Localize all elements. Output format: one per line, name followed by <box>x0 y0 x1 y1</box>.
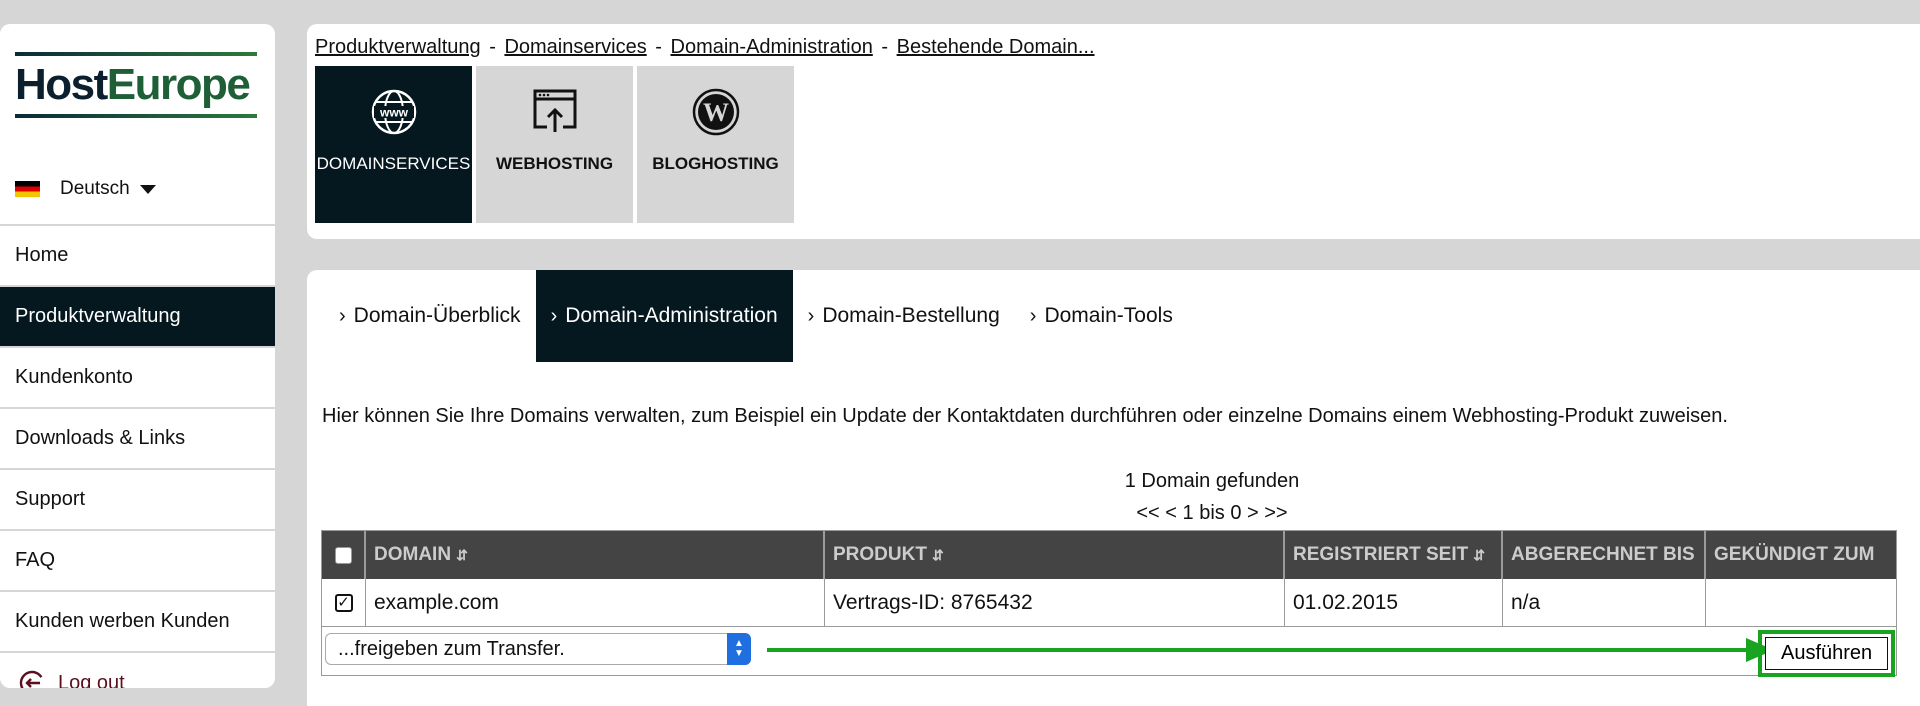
sidebar-item-home[interactable]: Home <box>0 226 275 287</box>
logo-bottom-line <box>15 114 257 118</box>
main-panel: › Domain-Überblick › Domain-Administration… <box>307 270 1920 706</box>
intro-text: Hier können Sie Ihre Domains verwalten, … <box>322 405 1728 427</box>
tab-domain-bestellung[interactable]: › Domain-Bestellung <box>793 270 1015 362</box>
tile-label: BLOGHOSTING <box>652 154 779 173</box>
sidebar-item-kundenkonto[interactable]: Kundenkonto <box>0 348 275 409</box>
tab-label: Domain-Tools <box>1044 304 1173 327</box>
tab-label: Domain-Bestellung <box>822 304 1000 327</box>
chevron-right-icon: › <box>1029 304 1037 327</box>
tile-label: DOMAINSERVICES <box>316 154 471 173</box>
chevron-right-icon: › <box>339 304 346 327</box>
sort-icon: ⇵ <box>1473 546 1485 563</box>
breadcrumb-item-bestehende-domain[interactable]: Bestehende Domain... <box>897 36 1095 58</box>
upload-window-icon <box>533 89 576 132</box>
tile-bloghosting[interactable]: W BLOGHOSTING <box>637 66 794 223</box>
german-flag-icon <box>15 181 40 197</box>
table-header: DOMAIN ⇵ PRODUKT ⇵ REGISTRIERT SEIT ⇵ ABGER… <box>322 531 1896 579</box>
header-label: PRODUKT <box>833 544 927 565</box>
header-label: REGISTRIERT SEIT <box>1293 544 1469 565</box>
sidebar-item-label: Home <box>15 244 69 266</box>
result-count: 1 Domain gefunden <box>1124 470 1300 492</box>
sidebar-item-label: Produktverwaltung <box>15 305 181 327</box>
cell-registriert: 01.02.2015 <box>1285 579 1503 626</box>
action-row: ...freigeben zum Transfer. ▲ ▼ Ausführen <box>322 627 1896 677</box>
breadcrumb-separator: - <box>881 36 889 58</box>
tab-domain-administration[interactable]: › Domain-Administration <box>535 270 793 362</box>
caret-down-icon <box>139 184 156 194</box>
sidebar-item-downloads-links[interactable]: Downloads & Links <box>0 409 275 470</box>
header-domain[interactable]: DOMAIN ⇵ <box>366 531 825 579</box>
pagination[interactable]: << < 1 bis 0 > >> <box>1007 502 1417 525</box>
sidebar-item-produktverwaltung[interactable]: Produktverwaltung <box>0 287 275 348</box>
subtabs: › Domain-Überblick › Domain-Administration… <box>324 270 1188 362</box>
language-selector[interactable]: Deutsch <box>0 154 275 226</box>
logout-button[interactable]: Log out <box>0 653 275 688</box>
header-label: GEKÜNDIGT ZUM <box>1714 544 1875 565</box>
cell-abgerechnet: n/a <box>1503 579 1706 626</box>
top-panel: Produktverwaltung - Domainservices - Dom… <box>307 24 1920 239</box>
svg-text:W: W <box>703 98 729 127</box>
sidebar-item-label: Downloads & Links <box>15 427 186 449</box>
execute-button[interactable]: Ausführen <box>1765 637 1889 670</box>
row-checkbox[interactable]: ✓ <box>334 593 353 612</box>
sort-icon: ⇵ <box>456 546 468 563</box>
service-tiles: www DOMAINSERVICES WEBHOSTING W BLOGHOST… <box>315 66 794 223</box>
sort-icon: ⇵ <box>931 546 944 563</box>
cell-produkt: Vertrags-ID: 8765432 <box>825 579 1285 626</box>
logout-label: Log out <box>58 671 125 689</box>
breadcrumb-separator: - <box>489 36 496 58</box>
logo[interactable]: HostEurope <box>0 24 275 154</box>
tab-label: Domain-Administration <box>565 304 778 327</box>
breadcrumb-item-produktverwaltung[interactable]: Produktverwaltung <box>315 36 481 58</box>
sidebar-item-label: Support <box>15 488 86 510</box>
domain-table: DOMAIN ⇵ PRODUKT ⇵ REGISTRIERT SEIT ⇵ ABGER… <box>321 530 1897 677</box>
header-gekuendigt-zum: GEKÜNDIGT ZUM <box>1706 531 1896 579</box>
action-select-value: ...freigeben zum Transfer. <box>338 637 565 660</box>
chevron-right-icon: › <box>807 304 815 327</box>
language-label: Deutsch <box>60 178 130 199</box>
highlight-arrow-line <box>767 648 1747 652</box>
breadcrumb: Produktverwaltung - Domainservices - Dom… <box>315 36 1095 59</box>
svg-text:www: www <box>378 106 408 120</box>
sidebar-item-faq[interactable]: FAQ <box>0 531 275 592</box>
header-produkt[interactable]: PRODUKT ⇵ <box>825 531 1285 579</box>
cell-domain: example.com <box>366 579 825 626</box>
row-select-cell: ✓ <box>322 579 366 626</box>
header-registriert-seit[interactable]: REGISTRIERT SEIT ⇵ <box>1285 531 1503 579</box>
sidebar-item-support[interactable]: Support <box>0 470 275 531</box>
select-all-checkbox[interactable] <box>334 546 352 564</box>
sidebar-item-label: Kunden werben Kunden <box>15 610 230 632</box>
cell-gekuendigt <box>1706 579 1896 626</box>
tile-label: WEBHOSTING <box>495 154 614 173</box>
action-select[interactable]: ...freigeben zum Transfer. ▲ ▼ <box>325 633 751 665</box>
header-label: ABGERECHNET BIS <box>1511 544 1695 565</box>
tab-domain-tools[interactable]: › Domain-Tools <box>1015 270 1188 362</box>
www-globe-icon: www <box>371 89 416 135</box>
chevron-right-icon: › <box>550 304 558 327</box>
wordpress-icon: W <box>692 88 739 136</box>
tile-webhosting[interactable]: WEBHOSTING <box>476 66 633 223</box>
execute-button-highlight: Ausführen <box>1758 630 1896 677</box>
tab-domain-ueberblick[interactable]: › Domain-Überblick <box>324 270 536 362</box>
header-label: DOMAIN <box>374 544 452 565</box>
tab-label: Domain-Überblick <box>353 304 521 327</box>
sidebar-item-label: Kundenkonto <box>15 366 133 388</box>
breadcrumb-item-domain-administration[interactable]: Domain-Administration <box>671 36 873 58</box>
sidebar-item-label: FAQ <box>15 549 56 571</box>
select-arrows-icon: ▲ ▼ <box>727 633 751 665</box>
table-row: ✓ example.com Vertrags-ID: 8765432 01.02… <box>322 579 1896 627</box>
sidebar: HostEurope Deutsch Home Produktverwaltun… <box>0 24 275 688</box>
breadcrumb-separator: - <box>655 36 662 58</box>
breadcrumb-item-domainservices[interactable]: Domainservices <box>504 36 646 58</box>
logout-icon <box>19 670 45 688</box>
header-abgerechnet-bis: ABGERECHNET BIS <box>1503 531 1706 579</box>
header-select-all <box>322 531 366 579</box>
tile-domainservices[interactable]: www DOMAINSERVICES <box>315 66 472 223</box>
sidebar-item-kunden-werben-kunden[interactable]: Kunden werben Kunden <box>0 592 275 653</box>
logo-text: HostEurope <box>15 60 251 109</box>
